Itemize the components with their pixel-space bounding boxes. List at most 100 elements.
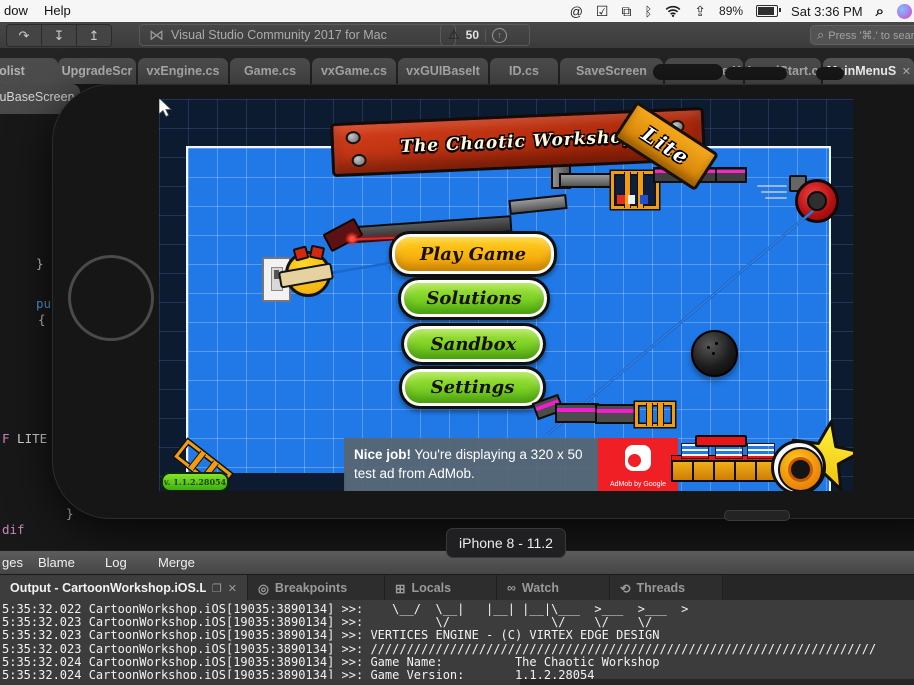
device-label: iPhone 8 - 11.2 xyxy=(446,528,566,558)
battery-percent: 89% xyxy=(719,4,743,18)
solutions-button[interactable]: Solutions xyxy=(398,277,550,320)
spring xyxy=(747,443,775,459)
at-icon[interactable]: @ xyxy=(570,4,583,19)
global-search[interactable]: ⌕ Press '⌘.' to search xyxy=(810,25,914,45)
close-icon[interactable]: ✕ xyxy=(228,582,237,595)
game-title: The Chaotic Workshop xyxy=(400,127,636,157)
siri-icon[interactable] xyxy=(897,4,912,19)
dock-icon[interactable]: ❐ xyxy=(212,582,222,595)
version-badge: v. 1.1.2.28054 xyxy=(161,472,229,491)
feedback-icon[interactable]: ↑ xyxy=(492,28,507,43)
warning-icon[interactable]: ⚠ xyxy=(448,27,460,43)
horizontal-scrollbar xyxy=(0,679,914,685)
code-fragment: } xyxy=(66,506,74,521)
tab-locals[interactable]: ⊞Locals xyxy=(385,575,497,601)
ladder-rung xyxy=(657,403,664,426)
application-output[interactable]: 5:35:32.022 CartoonWorkshop.iOS[19035:38… xyxy=(0,600,914,679)
notification-area: ⚠ 50 ↑ xyxy=(440,24,530,46)
tab-watch[interactable]: ∞Watch xyxy=(497,575,610,601)
search-icon: ⌕ xyxy=(817,27,824,43)
donut-wheel[interactable] xyxy=(771,440,826,491)
step-over-button[interactable]: ↧ xyxy=(42,25,77,46)
admob-logo-panel: AdMob by Google xyxy=(598,438,678,491)
admob-brand: AdMob by Google xyxy=(598,481,678,488)
code-fragment: } xyxy=(36,256,44,271)
debug-button-group: ↷ ↧ ↥ xyxy=(6,24,112,47)
sandbox-button[interactable]: Sandbox xyxy=(401,323,546,365)
breakpoints-icon: ◎ xyxy=(258,581,269,596)
continue-button[interactable]: ↷ xyxy=(7,25,42,46)
checkbox-icon[interactable]: ☑ xyxy=(596,3,609,20)
run-configuration[interactable]: ⋈ Visual Studio Community 2017 for Mac xyxy=(139,24,456,46)
tab-vxgame[interactable]: vxGame.cs xyxy=(312,58,396,84)
code-fragment: { xyxy=(38,312,46,327)
code-fragment: dif xyxy=(2,522,25,537)
tab-vxguibaseitem[interactable]: vxGUIBaseIt xyxy=(398,58,488,84)
scrollbar-thumb[interactable] xyxy=(0,679,520,685)
bowling-ball[interactable] xyxy=(691,330,738,377)
ladder-rail xyxy=(635,402,675,427)
tab-id[interactable]: ID.cs xyxy=(490,58,558,84)
spring-platform xyxy=(695,435,747,447)
rivet xyxy=(345,131,361,145)
bluetooth-icon[interactable]: ᛒ xyxy=(644,4,652,19)
battery-icon xyxy=(756,5,778,17)
display-icon[interactable]: ⧉ xyxy=(621,3,631,20)
ide-title: Visual Studio Community 2017 for Mac xyxy=(171,28,387,42)
conveyor-segment xyxy=(555,403,599,423)
divider xyxy=(485,29,486,42)
locals-icon: ⊞ xyxy=(395,581,405,596)
step-out-button[interactable]: ↥ xyxy=(77,25,111,46)
tab-close-icon[interactable]: ✕ xyxy=(902,65,911,78)
macos-menubar: dow Help @ ☑ ⧉ ᛒ ⇪ 89% Sat 3:36 PM ⌕ xyxy=(0,0,914,23)
output-panel-header: Output - CartoonWorkshop.iOS.Lite ❐ ✕ ◎B… xyxy=(0,574,914,601)
tab-olist[interactable]: olist xyxy=(0,58,58,84)
vs-logo-icon: ⋈ xyxy=(149,26,164,44)
simulator-window[interactable]: Play Game Solutions Sandbox Settings xyxy=(52,84,914,519)
admob-icon xyxy=(625,445,651,471)
settings-button[interactable]: Settings xyxy=(399,366,546,409)
menubar-status: @ ☑ ⧉ ᛒ ⇪ 89% Sat 3:36 PM ⌕ xyxy=(570,0,912,22)
warning-count[interactable]: 50 xyxy=(466,28,479,42)
menu-help[interactable]: Help xyxy=(44,3,71,18)
tab-changes[interactable]: ges xyxy=(2,555,23,570)
search-placeholder: Press '⌘.' to search xyxy=(828,29,914,42)
tab-vxengine[interactable]: vxEngine.cs xyxy=(138,58,228,84)
conveyor-segment xyxy=(595,404,639,424)
game-screen[interactable]: Play Game Solutions Sandbox Settings xyxy=(159,99,853,491)
tab-upgradescreen[interactable]: UpgradeScr xyxy=(58,58,136,84)
tab-threads[interactable]: ⟲Threads xyxy=(610,575,723,601)
console-line: 5:35:32.023 CartoonWorkshop.iOS[19035:38… xyxy=(2,643,914,656)
tab-output[interactable]: Output - CartoonWorkshop.iOS.Lite ❐ ✕ xyxy=(0,575,248,601)
vs-toolbar: ↷ ↧ ↥ ⋈ Visual Studio Community 2017 for… xyxy=(0,22,914,49)
play-game-button[interactable]: Play Game xyxy=(389,231,557,277)
output-title: Output - CartoonWorkshop.iOS.Lite xyxy=(10,581,206,595)
admob-banner[interactable]: Nice job! You're displaying a 320 x 50 t… xyxy=(344,438,678,491)
tab-savescreen[interactable]: SaveScreen xyxy=(560,58,663,84)
menubar-clock[interactable]: Sat 3:36 PM xyxy=(791,4,863,19)
tab-log[interactable]: Log xyxy=(105,555,127,570)
tab-overlay xyxy=(653,64,723,80)
tab-breakpoints[interactable]: ◎Breakpoints xyxy=(248,575,385,601)
rivet xyxy=(351,154,367,168)
mirroring-icon[interactable]: ⇪ xyxy=(694,3,706,20)
ad-text: Nice job! You're displaying a 320 x 50 t… xyxy=(344,438,598,491)
code-fragment: F LITE xyxy=(2,431,47,446)
tab-overlay xyxy=(725,67,787,80)
tab-game[interactable]: Game.cs xyxy=(230,58,310,84)
tab-merge[interactable]: Merge xyxy=(158,555,195,570)
tab-overlay xyxy=(816,67,844,80)
watch-icon: ∞ xyxy=(507,581,516,595)
menu-window[interactable]: dow xyxy=(4,3,28,18)
home-button[interactable] xyxy=(68,255,154,341)
wifi-icon[interactable] xyxy=(665,5,681,17)
window-resize-handle[interactable] xyxy=(724,510,790,521)
spotlight-icon[interactable]: ⌕ xyxy=(876,3,884,20)
tab-blame[interactable]: Blame xyxy=(38,555,75,570)
ladder-rung xyxy=(188,451,206,471)
console-line: 5:35:32.023 CartoonWorkshop.iOS[19035:38… xyxy=(2,629,914,642)
threads-icon: ⟲ xyxy=(620,581,630,596)
desktop: dow Help @ ☑ ⧉ ᛒ ⇪ 89% Sat 3:36 PM ⌕ ↷ ↧… xyxy=(0,0,914,685)
ladder-rung xyxy=(646,403,653,426)
mouse-cursor xyxy=(159,99,173,119)
